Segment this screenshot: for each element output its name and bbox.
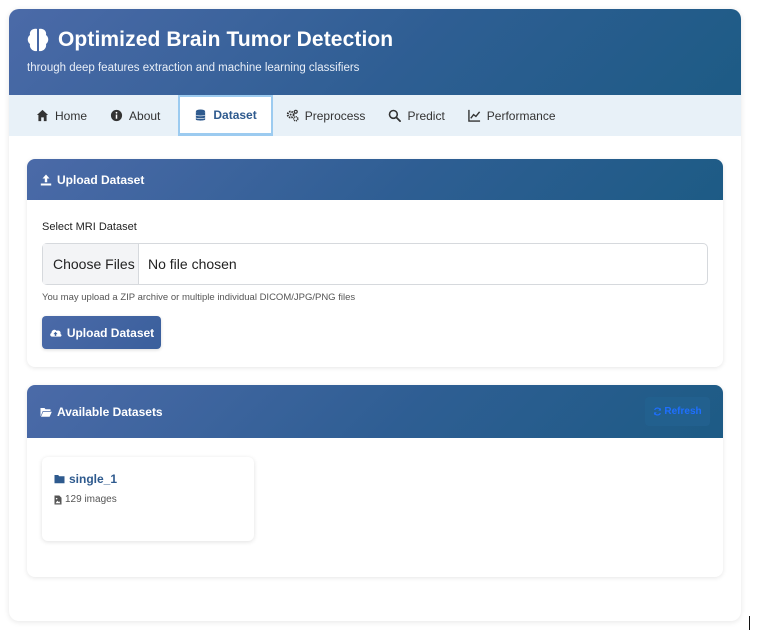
chart-line-icon bbox=[468, 109, 480, 122]
upload-help-text: You may upload a ZIP archive or multiple… bbox=[42, 292, 356, 303]
tab-performance[interactable]: Performance bbox=[459, 95, 570, 136]
app-window: Optimized Brain Tumor Detection through … bbox=[9, 9, 741, 621]
dataset-image-count: 129 images bbox=[65, 494, 117, 505]
folder-icon bbox=[54, 475, 65, 484]
tab-home[interactable]: Home bbox=[27, 95, 101, 136]
app-header: Optimized Brain Tumor Detection through … bbox=[9, 9, 741, 95]
upload-icon bbox=[40, 174, 52, 185]
choose-files-button[interactable]: Choose Files bbox=[43, 244, 139, 284]
main-content: Upload Dataset Select MRI Dataset Choose… bbox=[27, 159, 723, 577]
tab-predict[interactable]: Predict bbox=[379, 95, 458, 136]
app-subtitle: through deep features extraction and mac… bbox=[27, 62, 360, 74]
tab-home-label: Home bbox=[55, 108, 88, 123]
upload-card-header: Upload Dataset bbox=[27, 159, 723, 200]
dataset-name: single_1 bbox=[69, 472, 118, 486]
tab-dataset-label: Dataset bbox=[213, 108, 257, 122]
upload-card-body: Select MRI Dataset Choose Files No file … bbox=[27, 200, 723, 367]
datasets-header-left: Available Datasets bbox=[40, 405, 163, 419]
nav-bar: Home About Dataset Preprocess Predict Pe… bbox=[9, 95, 741, 136]
tab-predict-label: Predict bbox=[407, 108, 445, 123]
tab-preprocess[interactable]: Preprocess bbox=[277, 95, 380, 136]
refresh-button-label: Refresh bbox=[664, 406, 702, 417]
file-image-icon bbox=[54, 495, 62, 504]
mri-dataset-label: Select MRI Dataset bbox=[42, 221, 137, 233]
upload-dataset-button-label: Upload Dataset bbox=[66, 325, 155, 340]
tab-about[interactable]: About bbox=[101, 95, 174, 136]
tab-about-label: About bbox=[129, 108, 161, 123]
search-icon bbox=[389, 109, 402, 122]
datasets-card-body: single_1 129 images bbox=[27, 438, 723, 577]
upload-card: Upload Dataset Select MRI Dataset Choose… bbox=[27, 159, 723, 367]
cloud-upload-icon bbox=[50, 329, 62, 337]
database-icon bbox=[195, 108, 206, 121]
title-row: Optimized Brain Tumor Detection bbox=[27, 27, 723, 53]
info-icon bbox=[110, 109, 123, 122]
refresh-button[interactable]: Refresh bbox=[645, 397, 710, 426]
tab-dataset[interactable]: Dataset bbox=[178, 95, 273, 136]
tab-preprocess-label: Preprocess bbox=[304, 108, 366, 123]
sync-icon bbox=[654, 407, 662, 416]
dataset-item[interactable]: single_1 129 images bbox=[42, 457, 254, 541]
dataset-name-row: single_1 bbox=[54, 472, 242, 486]
dataset-count-row: 129 images bbox=[54, 494, 242, 505]
brain-icon bbox=[27, 28, 49, 52]
datasets-card: Available Datasets Refresh single_1 129 … bbox=[27, 385, 723, 577]
folder-open-icon bbox=[40, 407, 52, 417]
app-title: Optimized Brain Tumor Detection bbox=[58, 28, 394, 51]
tab-performance-label: Performance bbox=[486, 108, 556, 123]
file-status: No file chosen bbox=[148, 256, 237, 272]
upload-card-title: Upload Dataset bbox=[57, 172, 145, 187]
text-cursor bbox=[749, 616, 750, 630]
datasets-card-header: Available Datasets Refresh bbox=[27, 385, 723, 438]
cogs-icon bbox=[286, 109, 299, 122]
upload-dataset-button[interactable]: Upload Dataset bbox=[42, 316, 161, 349]
home-icon bbox=[36, 109, 49, 122]
file-input[interactable]: Choose Files No file chosen bbox=[42, 243, 708, 285]
datasets-card-title: Available Datasets bbox=[57, 404, 163, 419]
